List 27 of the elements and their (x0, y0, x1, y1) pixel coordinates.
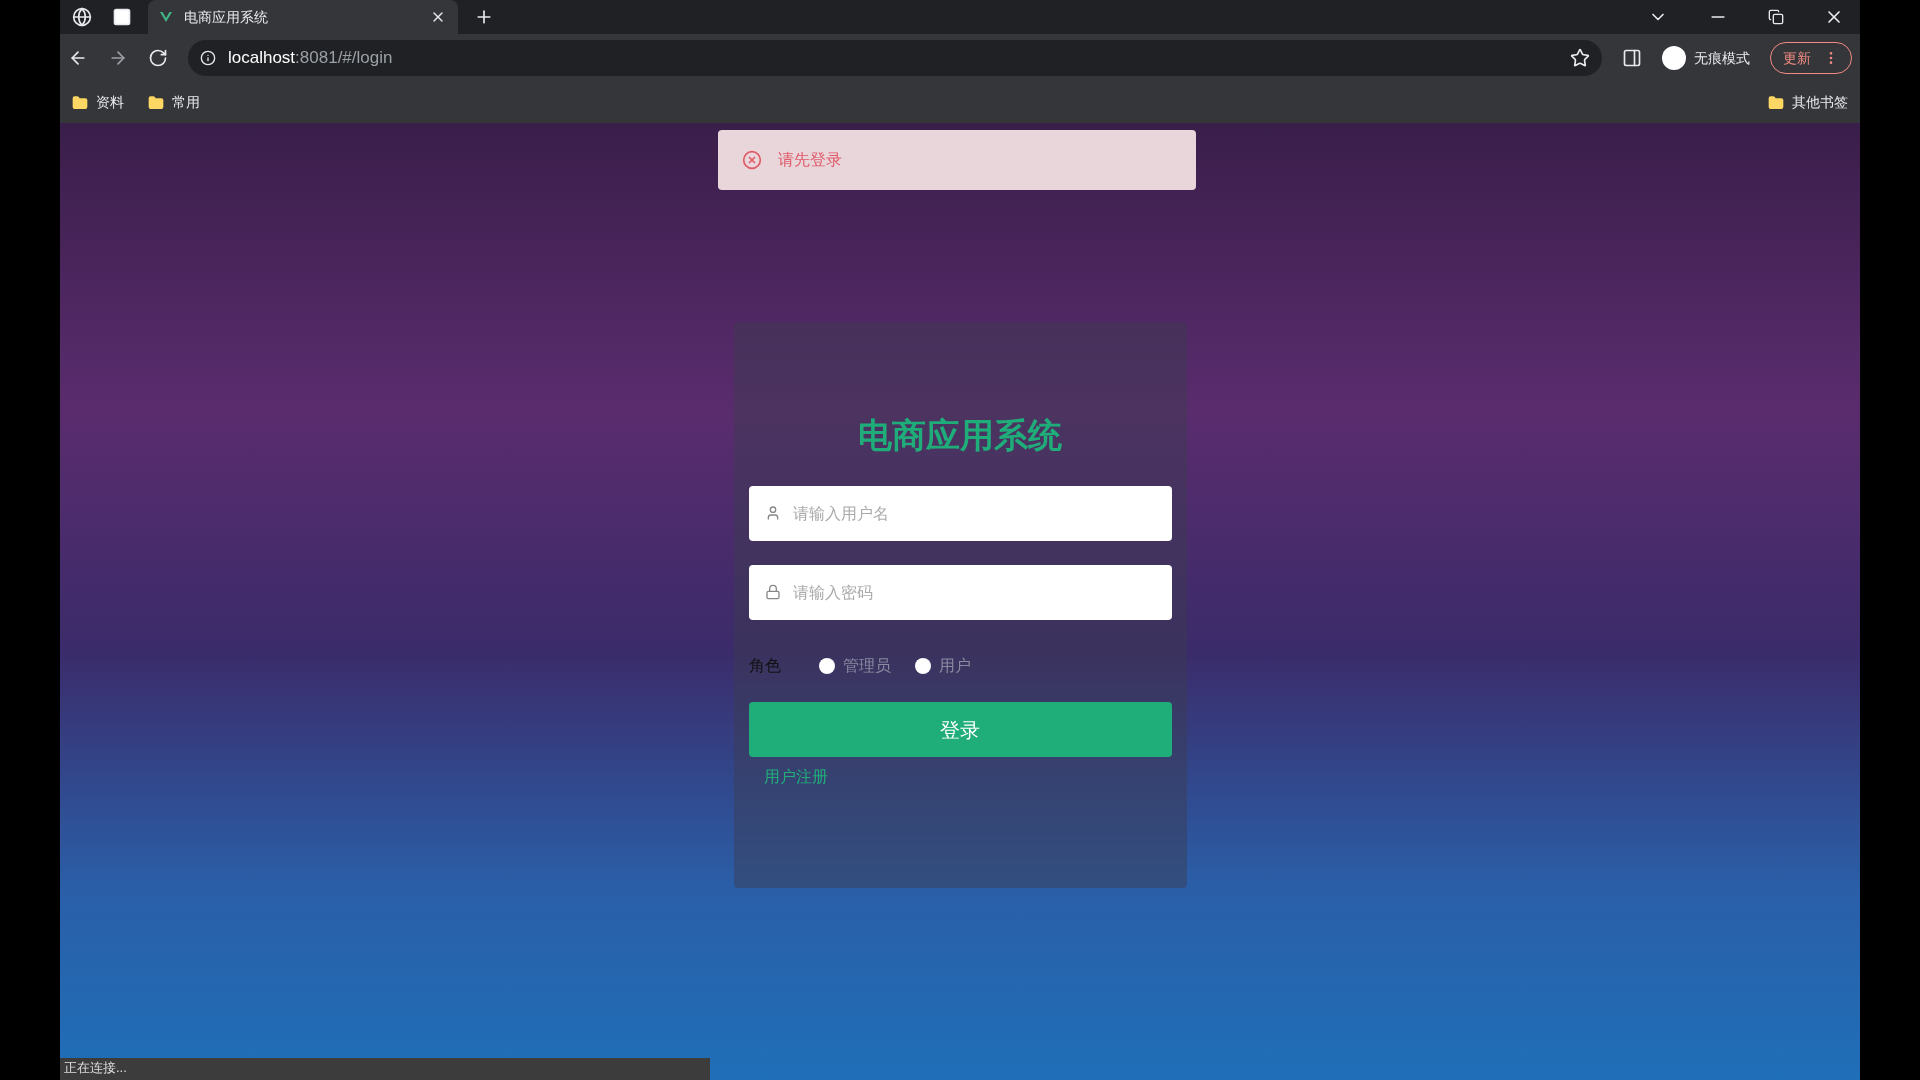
url-text: localhost:8081/#/login (228, 47, 393, 70)
bookmark-folder[interactable]: 常用 (172, 92, 200, 113)
folder-icon (72, 94, 88, 111)
reload-icon[interactable] (148, 48, 168, 68)
status-text: 正在连接... (60, 1058, 710, 1080)
address-bar[interactable]: localhost:8081/#/login (188, 40, 1602, 76)
error-icon (742, 150, 762, 170)
bookmark-folder[interactable]: 资料 (96, 92, 124, 113)
restore-icon[interactable] (1768, 9, 1784, 25)
password-field[interactable]: 请输入密码 (748, 565, 1172, 620)
browser-tab[interactable]: 电商应用系统 (148, 0, 458, 34)
login-title: 电商应用系统 (857, 415, 1063, 456)
v-logo-icon (160, 11, 172, 23)
username-field[interactable]: 请输入用户名 (748, 486, 1172, 541)
globe-icon[interactable] (72, 7, 92, 27)
side-panel-icon[interactable] (1622, 48, 1642, 68)
info-icon[interactable] (200, 50, 216, 66)
profile-label[interactable]: 无痕模式 (1694, 47, 1750, 69)
tab-title: 电商应用系统 (184, 7, 269, 27)
message-text: 请先登录 (778, 150, 842, 170)
folder-icon (1768, 94, 1784, 111)
window-icon[interactable] (112, 7, 132, 27)
lock-icon (764, 584, 781, 600)
bookmark-folder[interactable]: 其他书签 (1792, 92, 1848, 113)
star-icon[interactable] (1570, 48, 1590, 68)
folder-icon (148, 94, 164, 111)
role-label: 角色 (748, 656, 782, 676)
